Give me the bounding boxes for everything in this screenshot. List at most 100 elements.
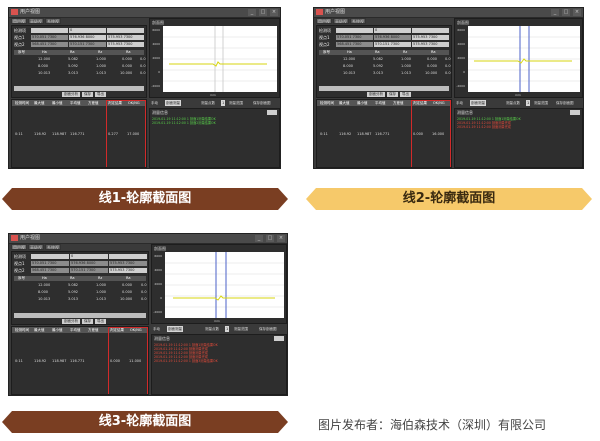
row3-field-3[interactable]: 575.953 7300 bbox=[109, 268, 147, 273]
cell: 10.000 bbox=[120, 71, 133, 75]
row1-field-2[interactable]: 0 bbox=[69, 28, 106, 33]
row3-field-1[interactable]: 568.451 7300 bbox=[31, 42, 68, 47]
row3-field-2[interactable]: 570.151 7300 bbox=[374, 42, 411, 47]
minimize-button[interactable]: _ bbox=[255, 235, 263, 242]
clear-log-button[interactable] bbox=[267, 110, 277, 115]
tab-system-view[interactable]: 系统视图 bbox=[350, 18, 366, 24]
table-row: 8.000 5.092 1.000 0.000 0.0 bbox=[14, 64, 146, 69]
tab-advanced-view[interactable]: 高级视图 bbox=[28, 18, 44, 24]
horizontal-scrollbar[interactable] bbox=[319, 86, 449, 91]
save-button[interactable]: 保存 bbox=[387, 92, 398, 97]
profile-analysis-button[interactable]: 剖面分析 bbox=[62, 319, 80, 324]
horizontal-scrollbar[interactable] bbox=[14, 313, 146, 318]
row1-field-2[interactable]: 0 bbox=[374, 28, 411, 33]
point-count-field[interactable]: 1 bbox=[221, 100, 226, 106]
save-profile-label[interactable]: 保存剖面图 bbox=[253, 100, 271, 106]
maximize-button[interactable]: □ bbox=[266, 235, 274, 242]
profile-chart-panel: 剖面图 6000 4000 2000 0 -2000 mm bbox=[151, 244, 287, 324]
range-label: 测量范围 bbox=[234, 327, 248, 331]
row2-field-3[interactable]: 575.953 7300 bbox=[109, 261, 147, 266]
tab-system-view[interactable]: 系统视图 bbox=[45, 18, 61, 24]
clear-log-button[interactable] bbox=[274, 336, 284, 341]
measure-mode-button[interactable]: 剖面测量 bbox=[165, 100, 181, 106]
cell: 12.000 bbox=[343, 57, 356, 61]
minimize-button[interactable]: _ bbox=[248, 9, 256, 16]
y-tick: -2000 bbox=[151, 84, 160, 88]
row1-field-1[interactable] bbox=[31, 254, 69, 259]
table-row: 10.013 3.013 1.013 10.000 0.0 bbox=[319, 71, 451, 76]
point-count-field[interactable]: 1 bbox=[526, 100, 531, 106]
row2-field-2[interactable]: 576.936 8000 bbox=[374, 35, 411, 40]
row1-field-2[interactable]: 0 bbox=[70, 254, 108, 259]
cell: 12.000 bbox=[38, 57, 51, 61]
result-col: 检测时间 bbox=[15, 101, 29, 105]
save-profile-label[interactable]: 保存剖面图 bbox=[259, 326, 277, 332]
close-button[interactable]: × bbox=[270, 9, 278, 16]
point-count-field[interactable]: 1 bbox=[225, 326, 230, 332]
cell: 5.082 bbox=[68, 57, 79, 61]
banner-text: 线2-轮廓截面图 bbox=[402, 191, 496, 206]
log-header: 测量信息 bbox=[457, 110, 473, 115]
result-col: 平均值 bbox=[375, 101, 386, 105]
row1-label: 检测项 bbox=[14, 254, 26, 259]
profile-plot bbox=[165, 252, 284, 318]
row2-field-2[interactable]: 576.936 8000 bbox=[70, 261, 108, 266]
row2-field-1[interactable]: 570.051 7300 bbox=[31, 261, 69, 266]
row3-field-3[interactable]: 575.953 7300 bbox=[107, 42, 144, 47]
tab-user-view[interactable]: 用户视图 bbox=[316, 18, 332, 24]
cell: 0.0 bbox=[445, 64, 451, 68]
row1-field-1[interactable] bbox=[336, 28, 373, 33]
row3-field-1[interactable]: 568.451 7300 bbox=[31, 268, 69, 273]
save-button[interactable]: 保存 bbox=[82, 92, 93, 97]
x-axis-label: mm bbox=[515, 93, 521, 97]
row3-field-3[interactable]: 575.953 7300 bbox=[412, 42, 449, 47]
point-label: 测量点数 bbox=[506, 101, 520, 105]
cell: 5.092 bbox=[68, 290, 79, 294]
row2-label: 视点1 bbox=[14, 35, 25, 40]
cell: 8.000 bbox=[38, 64, 49, 68]
result-value: 116.92 bbox=[339, 132, 352, 136]
measure-mode-button[interactable]: 剖面测量 bbox=[167, 326, 183, 332]
cell: 0.0 bbox=[140, 57, 146, 61]
export-button[interactable]: 导出 bbox=[95, 92, 106, 97]
row2-field-1[interactable]: 570.051 7300 bbox=[336, 35, 373, 40]
minimize-button[interactable]: _ bbox=[551, 9, 559, 16]
clear-log-button[interactable] bbox=[570, 110, 580, 115]
measure-mode-button[interactable]: 剖面测量 bbox=[470, 100, 486, 106]
export-button[interactable]: 导出 bbox=[95, 319, 106, 324]
export-button[interactable]: 导出 bbox=[400, 92, 411, 97]
close-button[interactable]: × bbox=[277, 235, 285, 242]
row1-field-1[interactable] bbox=[31, 28, 68, 33]
profile-curve bbox=[173, 295, 275, 301]
maximize-button[interactable]: □ bbox=[562, 9, 570, 16]
tab-user-view[interactable]: 用户视图 bbox=[11, 18, 27, 24]
row1-field-3[interactable] bbox=[107, 28, 144, 33]
save-button[interactable]: 保存 bbox=[82, 319, 93, 324]
cell: 0.000 bbox=[122, 57, 133, 61]
cell: 0.0 bbox=[140, 71, 146, 75]
row2-field-2[interactable]: 576.936 8000 bbox=[69, 35, 106, 40]
save-profile-label[interactable]: 保存剖面图 bbox=[556, 100, 574, 106]
horizontal-scrollbar[interactable] bbox=[14, 86, 144, 91]
tab-advanced-view[interactable]: 高级视图 bbox=[28, 244, 44, 250]
log-panel: 测量信息 2019-01-19 11:12:00 1 剖面1测量结果OK 201… bbox=[149, 108, 280, 168]
tab-advanced-view[interactable]: 高级视图 bbox=[333, 18, 349, 24]
row2-field-3[interactable]: 575.953 7300 bbox=[107, 35, 144, 40]
row1-field-3[interactable] bbox=[412, 28, 449, 33]
row3-field-2[interactable]: 570.151 7300 bbox=[70, 268, 108, 273]
cell: 5.082 bbox=[373, 57, 384, 61]
y-tick: 2000 bbox=[154, 282, 162, 286]
tab-system-view[interactable]: 系统视图 bbox=[45, 244, 61, 250]
row3-field-2[interactable]: 570.151 7300 bbox=[69, 42, 106, 47]
maximize-button[interactable]: □ bbox=[259, 9, 267, 16]
row2-field-3[interactable]: 575.953 7300 bbox=[412, 35, 449, 40]
log-panel: 测量信息 2019-01-19 11:12:00 1 剖面1测量结果OK 201… bbox=[151, 334, 287, 395]
close-button[interactable]: × bbox=[573, 9, 581, 16]
row1-field-3[interactable] bbox=[109, 254, 147, 259]
row2-field-1[interactable]: 570.051 7300 bbox=[31, 35, 68, 40]
row3-field-1[interactable]: 568.451 7300 bbox=[336, 42, 373, 47]
tab-user-view[interactable]: 用户视图 bbox=[11, 244, 27, 250]
y-tick: 6000 bbox=[154, 254, 162, 258]
profile-analysis-button[interactable]: 剖面分析 bbox=[367, 92, 385, 97]
profile-analysis-button[interactable]: 剖面分析 bbox=[62, 92, 80, 97]
